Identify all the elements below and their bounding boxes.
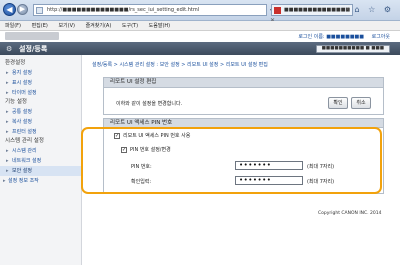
sidebar-item-display[interactable]: 표시 설정	[0, 78, 81, 88]
page-title-bar: ⚙ 설정/등록 ■■■■■■■■■■ ■ ■■■	[0, 42, 400, 55]
sidebar-item-printer[interactable]: 프린터 설정	[0, 127, 81, 137]
menu-favorites[interactable]: 즐겨찾기(A)	[86, 23, 112, 29]
sidebar-item-data-management[interactable]: 설정 정보 조작	[0, 176, 81, 186]
ok-button[interactable]: 확인	[328, 97, 348, 109]
menu-file[interactable]: 파일(F)	[5, 23, 21, 29]
portal-button[interactable]: ■■■■■■■■■■ ■ ■■■	[315, 45, 390, 53]
page-icon	[36, 7, 43, 14]
sidebar-heading-system: 시스템 관리 설정	[5, 138, 44, 144]
back-button[interactable]: ◀	[3, 3, 16, 16]
edit-panel: 이하와 같이 설정을 변경합니다. 확인 취소	[103, 88, 384, 115]
tab-close-icon[interactable]: ×	[345, 5, 350, 15]
address-bar-area: ◀ ▶ http://■■■■■■■■■■■■■■/rs_sec_iui_set…	[0, 0, 400, 34]
menu-tools[interactable]: 도구(T)	[122, 23, 138, 29]
url-text: http://■■■■■■■■■■■■■■/rs_sec_iui_setting…	[47, 7, 200, 13]
sidebar-item-copy[interactable]: 복사 설정	[0, 117, 81, 127]
menu-help[interactable]: 도움말(H)	[149, 23, 170, 29]
menu-bar: 파일(F) 편집(E) 보기(V) 즐겨찾기(A) 도구(T) 도움말(H)	[0, 21, 400, 31]
copyright: Copyright CANON INC. 2014	[318, 211, 382, 216]
menu-edit[interactable]: 편집(E)	[32, 23, 48, 29]
sidebar-item-security[interactable]: 보안 설정	[0, 166, 81, 176]
cancel-button[interactable]: 취소	[351, 97, 371, 109]
settings-icon: ⚙	[6, 45, 13, 53]
browser-tab[interactable]: ■■■■■■■■■■■■■■ ×	[271, 4, 353, 16]
sidebar-item-network[interactable]: 네트워크 설정	[0, 156, 81, 166]
breadcrumb[interactable]: 설정/등록 > 시스템 관리 설정 : 보안 설정 > 리모트 UI 설정 > …	[92, 61, 268, 68]
sidebar-item-common[interactable]: 공통 설정	[0, 107, 81, 117]
edit-message: 이하와 같이 설정을 변경합니다.	[116, 101, 183, 107]
header-links: 로그인 이름: ■■■■■■■■ 로그아웃	[292, 33, 390, 40]
highlight-frame	[81, 127, 382, 194]
edit-panel-title: 리모트 UI 설정 편집	[103, 77, 384, 88]
url-field[interactable]: http://■■■■■■■■■■■■■■/rs_sec_iui_setting…	[33, 4, 275, 34]
sidebar-item-paper[interactable]: 용지 설정	[0, 68, 81, 78]
sidebar-heading-preferences: 환경설정	[5, 60, 26, 66]
tab-title: ■■■■■■■■■■■■■■	[284, 7, 351, 13]
browser-toolbar-icons[interactable]: ⌂ ☆ ⚙	[354, 5, 394, 14]
menu-view[interactable]: 보기(V)	[58, 23, 75, 29]
rui-header: 로그인 이름: ■■■■■■■■ 로그아웃	[0, 31, 400, 42]
sidebar-heading-functions: 기능 설정	[5, 99, 27, 105]
browser-window: ◀ ▶ http://■■■■■■■■■■■■■■/rs_sec_iui_set…	[0, 0, 400, 265]
device-logo	[5, 32, 59, 40]
tab-favicon-icon	[274, 7, 281, 14]
forward-button[interactable]: ▶	[17, 4, 28, 15]
page-title: 설정/등록	[19, 45, 48, 53]
sidebar-item-system-management[interactable]: 시스템 관리	[0, 146, 81, 156]
sidebar-item-timer[interactable]: 타이머 설정	[0, 88, 81, 98]
logout-link[interactable]: 로그아웃	[372, 34, 390, 40]
sidebar: 환경설정 용지 설정 표시 설정 타이머 설정 기능 설정 공통 설정 복사 설…	[0, 55, 82, 265]
login-name: 로그인 이름: ■■■■■■■■	[298, 34, 364, 40]
